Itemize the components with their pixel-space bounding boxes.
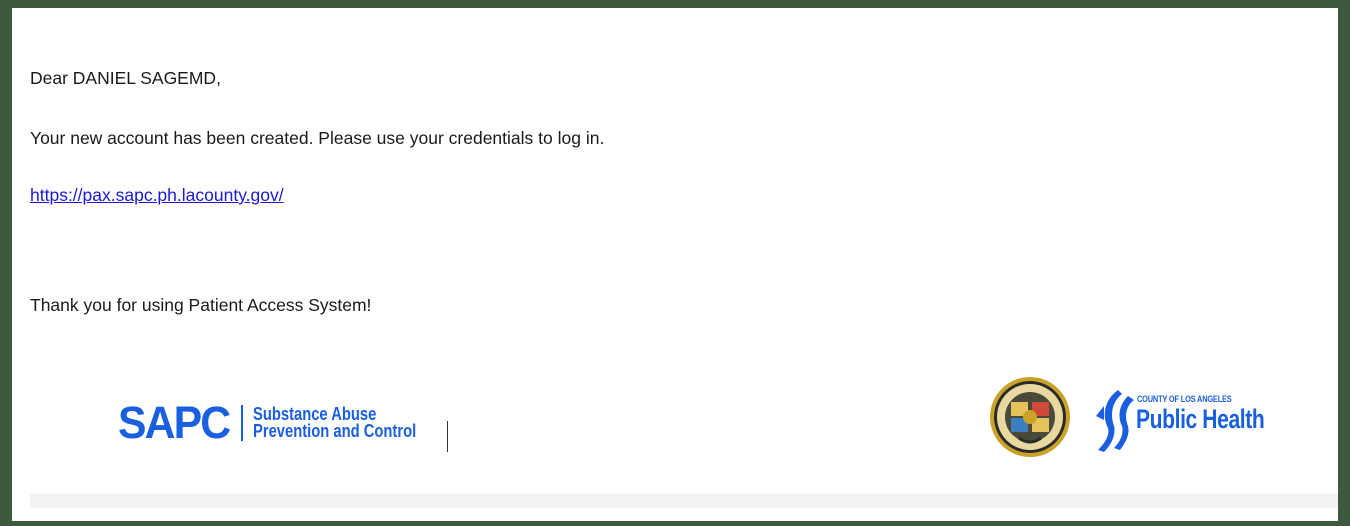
- county-seal-icon: [990, 377, 1070, 457]
- text-cursor: [447, 421, 448, 452]
- message-text: Your new account has been created. Pleas…: [30, 128, 605, 148]
- closing-text: Thank you for using Patient Access Syste…: [30, 295, 372, 315]
- footer-bar: [30, 494, 1338, 508]
- greeting-text: Dear DANIEL SAGEMD,: [30, 68, 221, 88]
- sapc-divider: [241, 405, 244, 441]
- sapc-acronym: SAPC: [118, 397, 231, 448]
- sapc-subtitle: Substance Abuse Prevention and Control: [253, 405, 417, 441]
- sapc-subtitle-line2: Prevention and Control: [253, 421, 417, 441]
- sapc-logo: SAPC Substance Abuse Prevention and Cont…: [118, 393, 452, 453]
- public-health-title: Public Health: [1136, 404, 1265, 434]
- portal-link[interactable]: https://pax.sapc.ph.lacounty.gov/: [30, 185, 284, 205]
